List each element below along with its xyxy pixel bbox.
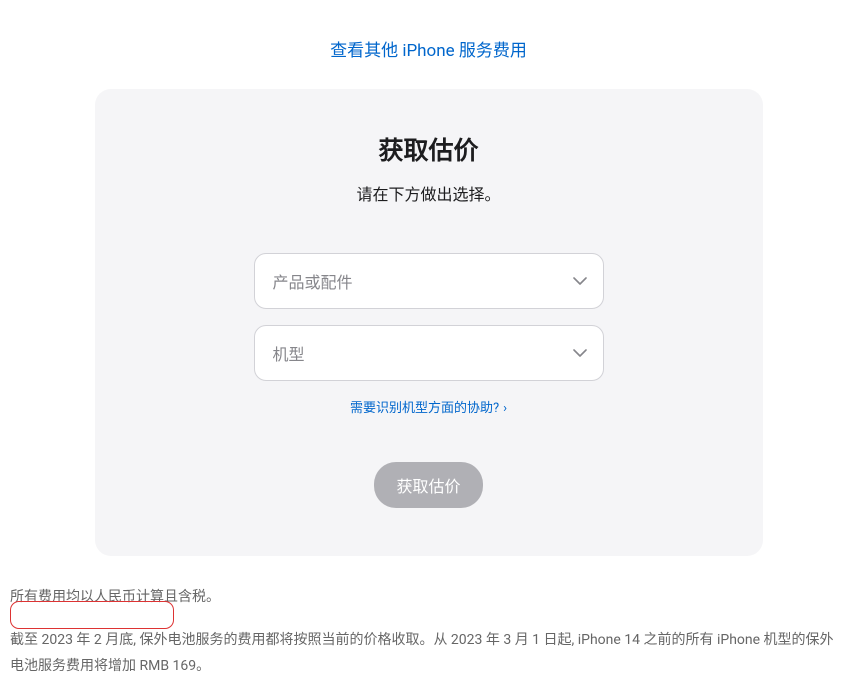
product-select[interactable]: 产品或配件: [254, 253, 604, 309]
chevron-right-icon: ›: [503, 401, 507, 416]
chevron-down-icon: [573, 277, 587, 285]
card-title: 获取估价: [135, 131, 723, 167]
model-select-placeholder: 机型: [273, 341, 305, 365]
other-services-link[interactable]: 查看其他 iPhone 服务费用: [330, 41, 527, 61]
help-link-text: 需要识别机型方面的协助?: [350, 401, 499, 416]
product-select-wrapper: 产品或配件: [254, 253, 604, 309]
chevron-down-icon: [573, 349, 587, 357]
footer: 所有费用均以人民币计算且含税。 截至 2023 年 2 月底, 保外电池服务的费…: [0, 556, 857, 680]
product-select-placeholder: 产品或配件: [273, 269, 353, 293]
footer-price-note: 截至 2023 年 2 月底, 保外电池服务的费用都将按照当前的价格收取。从 2…: [10, 627, 847, 680]
estimate-card: 获取估价 请在下方做出选择。 产品或配件 机型 需要识别机型方面的协助? › 获取…: [95, 89, 763, 556]
model-select[interactable]: 机型: [254, 325, 604, 381]
help-link-container: 需要识别机型方面的协助? ›: [135, 397, 723, 416]
card-subtitle: 请在下方做出选择。: [135, 181, 723, 205]
footer-tax-note: 所有费用均以人民币计算且含税。: [10, 584, 847, 611]
model-select-wrapper: 机型: [254, 325, 604, 381]
get-estimate-button[interactable]: 获取估价: [374, 462, 482, 508]
identify-model-help-link[interactable]: 需要识别机型方面的协助? ›: [350, 401, 507, 416]
top-link-container: 查看其他 iPhone 服务费用: [0, 0, 857, 89]
